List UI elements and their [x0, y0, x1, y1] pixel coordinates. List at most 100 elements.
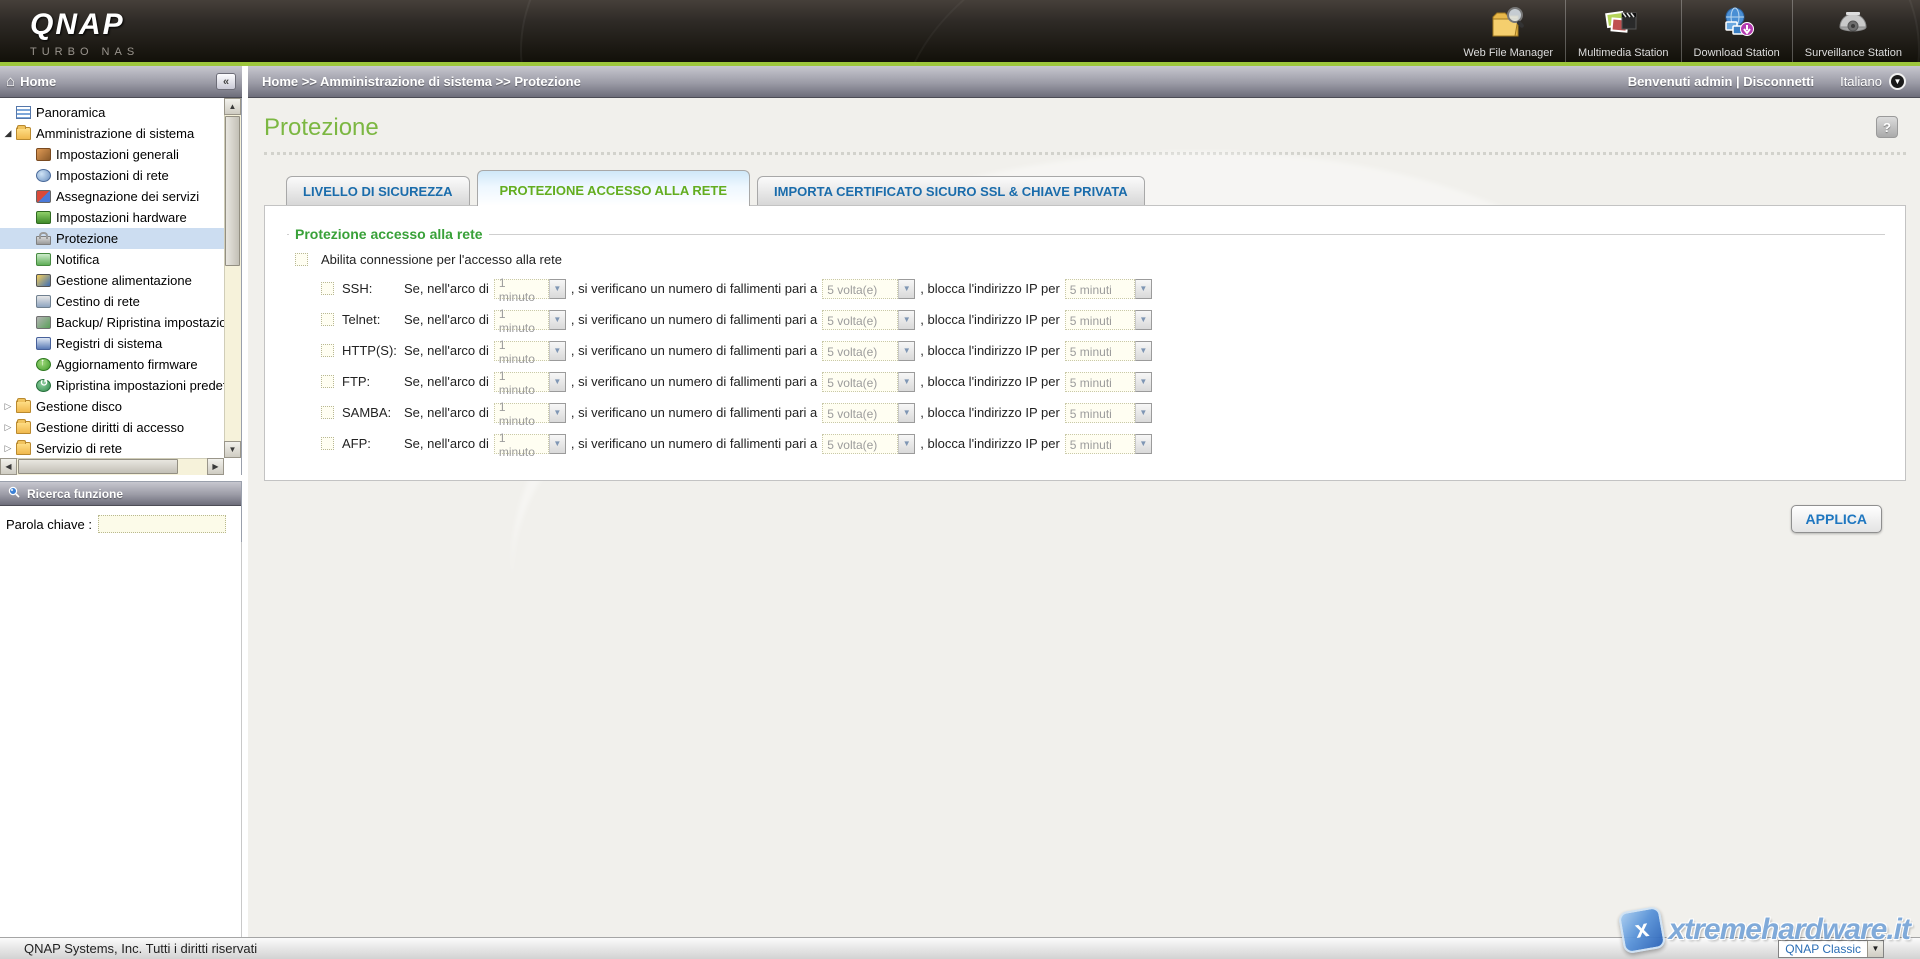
sidebar-item-backup-ripristina-impostazioni[interactable]: Backup/ Ripristina impostazioni — [0, 312, 224, 333]
chevron-down-icon[interactable]: ▼ — [1134, 340, 1152, 361]
scroll-left-icon[interactable]: ◀ — [0, 458, 17, 475]
block-duration-dropdown[interactable]: 5 minuti ▼ — [1064, 371, 1152, 392]
language-dropdown-icon[interactable]: ▼ — [1889, 73, 1906, 90]
chevron-down-icon[interactable]: ▼ — [548, 433, 566, 454]
scroll-right-icon[interactable]: ▶ — [207, 458, 224, 475]
tree-expanded-icon[interactable]: ◢ — [0, 128, 16, 139]
sidebar-item-aggiornamento-firmware[interactable]: Aggiornamento firmware — [0, 354, 224, 375]
chevron-down-icon[interactable]: ▼ — [898, 433, 916, 454]
block-duration-dropdown-value: 5 minuti — [1064, 433, 1135, 454]
chevron-down-icon[interactable]: ▼ — [1134, 278, 1152, 299]
sidebar-item-cestino-di-rete[interactable]: Cestino di rete — [0, 291, 224, 312]
chevron-down-icon[interactable]: ▼ — [898, 278, 916, 299]
failures-dropdown[interactable]: 5 volta(e) ▼ — [822, 309, 916, 330]
sidebar-item-impostazioni-hardware[interactable]: Impostazioni hardware — [0, 207, 224, 228]
service-rule-row-ftp: FTP: Se, nell'arco di 1 minuto ▼, si verifi… — [321, 366, 1885, 397]
block-duration-dropdown[interactable]: 5 minuti ▼ — [1064, 278, 1152, 299]
block-duration-dropdown[interactable]: 5 minuti ▼ — [1064, 309, 1152, 330]
sidebar-item-ripristina-impostazioni-predefinite[interactable]: Ripristina impostazioni predefinite — [0, 375, 224, 396]
interval-dropdown[interactable]: 1 minuto ▼ — [493, 431, 566, 459]
interval-dropdown[interactable]: 1 minuto ▼ — [493, 307, 566, 335]
sidebar-item-impostazioni-di-rete[interactable]: Impostazioni di rete — [0, 165, 224, 186]
scroll-down-icon[interactable]: ▼ — [224, 441, 241, 458]
network-settings-icon — [36, 169, 51, 182]
block-duration-dropdown[interactable]: 5 minuti ▼ — [1064, 340, 1152, 361]
sidebar-item-panoramica[interactable]: Panoramica — [0, 102, 224, 123]
station-label: Surveillance Station — [1804, 47, 1902, 59]
sidebar-item-servizio-di-rete[interactable]: ▷ Servizio di rete — [0, 438, 224, 459]
chevron-down-icon[interactable]: ▼ — [898, 309, 916, 330]
failures-dropdown[interactable]: 5 volta(e) ▼ — [822, 278, 916, 299]
sidebar-item-amministrazione-di-sistema[interactable]: ◢ Amministrazione di sistema — [0, 123, 224, 144]
turbo-nas-subtitle: TURBO NAS — [30, 46, 140, 58]
multimedia-station-shortcut[interactable]: Multimedia Station — [1565, 0, 1681, 62]
sidebar-item-assegnazione-dei-servizi[interactable]: Assegnazione dei servizi — [0, 186, 224, 207]
chevron-down-icon[interactable]: ▼ — [898, 402, 916, 423]
scroll-up-icon[interactable]: ▲ — [224, 98, 241, 115]
horizontal-scroll-thumb[interactable] — [18, 459, 178, 474]
chevron-down-icon[interactable]: ▼ — [548, 278, 566, 299]
rule-text: Se, nell'arco di — [404, 343, 489, 358]
sidebar-item-gestione-alimentazione[interactable]: Gestione alimentazione — [0, 270, 224, 291]
chevron-down-icon[interactable]: ▼ — [1134, 309, 1152, 330]
tab-importa-certificato-sicuro-ssl-chiave-privata[interactable]: IMPORTA CERTIFICATO SICURO SSL & CHIAVE … — [757, 176, 1145, 205]
tab-protezione-accesso-alla-rete[interactable]: PROTEZIONE ACCESSO ALLA RETE — [476, 170, 751, 206]
service-enable-checkbox[interactable] — [321, 282, 334, 295]
service-enable-checkbox[interactable] — [321, 437, 334, 450]
tree-horizontal-scrollbar[interactable]: ◀ ▶ — [0, 458, 224, 475]
sidebar: ⌂ Home « Panoramica ◢ Amministrazione di s… — [0, 66, 242, 937]
service-enable-checkbox[interactable] — [321, 406, 334, 419]
failures-dropdown[interactable]: 5 volta(e) ▼ — [822, 371, 916, 392]
enable-connection-checkbox[interactable] — [295, 253, 308, 266]
failures-dropdown[interactable]: 5 volta(e) ▼ — [822, 340, 916, 361]
service-enable-checkbox[interactable] — [321, 344, 334, 357]
apply-button[interactable]: APPLICA — [1790, 505, 1882, 533]
service-enable-checkbox[interactable] — [321, 313, 334, 326]
web-file-manager-shortcut[interactable]: Web File Manager — [1451, 0, 1565, 62]
block-duration-dropdown[interactable]: 5 minuti ▼ — [1064, 402, 1152, 423]
surveillance-station-shortcut[interactable]: Surveillance Station — [1791, 0, 1914, 62]
chevron-down-icon[interactable]: ▼ — [898, 340, 916, 361]
interval-dropdown[interactable]: 1 minuto ▼ — [493, 276, 566, 304]
sidebar-collapse-button[interactable]: « — [216, 73, 236, 90]
tree-collapsed-icon[interactable]: ▷ — [0, 443, 16, 454]
welcome-logout-text[interactable]: Benvenuti admin | Disconnetti — [1628, 74, 1814, 89]
rule-text: , blocca l'indirizzo IP per — [920, 405, 1060, 420]
top-header: QNAP TURBO NAS Web File Manager Multimed… — [0, 0, 1920, 62]
sidebar-item-gestione-diritti-di-accesso[interactable]: ▷ Gestione diritti di accesso — [0, 417, 224, 438]
tree-collapsed-icon[interactable]: ▷ — [0, 401, 16, 412]
keyword-input[interactable] — [98, 515, 226, 533]
chevron-down-icon[interactable]: ▼ — [548, 309, 566, 330]
chevron-down-icon[interactable]: ▼ — [548, 371, 566, 392]
block-duration-dropdown[interactable]: 5 minuti ▼ — [1064, 433, 1152, 454]
download-station-shortcut[interactable]: Download Station — [1680, 0, 1792, 62]
chevron-down-icon[interactable]: ▼ — [898, 371, 916, 392]
sidebar-filler — [0, 542, 242, 937]
folder-open-icon — [16, 125, 31, 140]
chevron-down-icon[interactable]: ▼ — [1134, 371, 1152, 392]
folder-closed-icon — [16, 398, 31, 413]
chevron-down-icon[interactable]: ▼ — [1134, 402, 1152, 423]
help-icon[interactable]: ? — [1876, 116, 1898, 138]
tab-livello-di-sicurezza[interactable]: LIVELLO DI SICUREZZA — [286, 176, 470, 205]
theme-select[interactable]: QNAP Classic ▼ — [1778, 939, 1884, 958]
chevron-down-icon[interactable]: ▼ — [548, 340, 566, 361]
sidebar-item-protezione[interactable]: Protezione — [0, 228, 224, 249]
sidebar-item-impostazioni-generali[interactable]: Impostazioni generali — [0, 144, 224, 165]
tree-collapsed-icon[interactable]: ▷ — [0, 422, 16, 433]
service-name: AFP: — [342, 436, 371, 451]
tree-vertical-scrollbar[interactable]: ▲ ▼ — [224, 98, 241, 458]
failures-dropdown[interactable]: 5 volta(e) ▼ — [822, 433, 916, 454]
sidebar-item-gestione-disco[interactable]: ▷ Gestione disco — [0, 396, 224, 417]
interval-dropdown[interactable]: 1 minuto ▼ — [493, 400, 566, 428]
chevron-down-icon[interactable]: ▼ — [1134, 433, 1152, 454]
failures-dropdown[interactable]: 5 volta(e) ▼ — [822, 402, 916, 423]
sidebar-item-notifica[interactable]: Notifica — [0, 249, 224, 270]
vertical-scroll-thumb[interactable] — [225, 116, 240, 266]
interval-dropdown[interactable]: 1 minuto ▼ — [493, 338, 566, 366]
chevron-down-icon[interactable]: ▼ — [548, 402, 566, 423]
interval-dropdown[interactable]: 1 minuto ▼ — [493, 369, 566, 397]
service-enable-checkbox[interactable] — [321, 375, 334, 388]
keyword-label: Parola chiave : — [6, 516, 92, 532]
sidebar-item-registri-di-sistema[interactable]: Registri di sistema — [0, 333, 224, 354]
